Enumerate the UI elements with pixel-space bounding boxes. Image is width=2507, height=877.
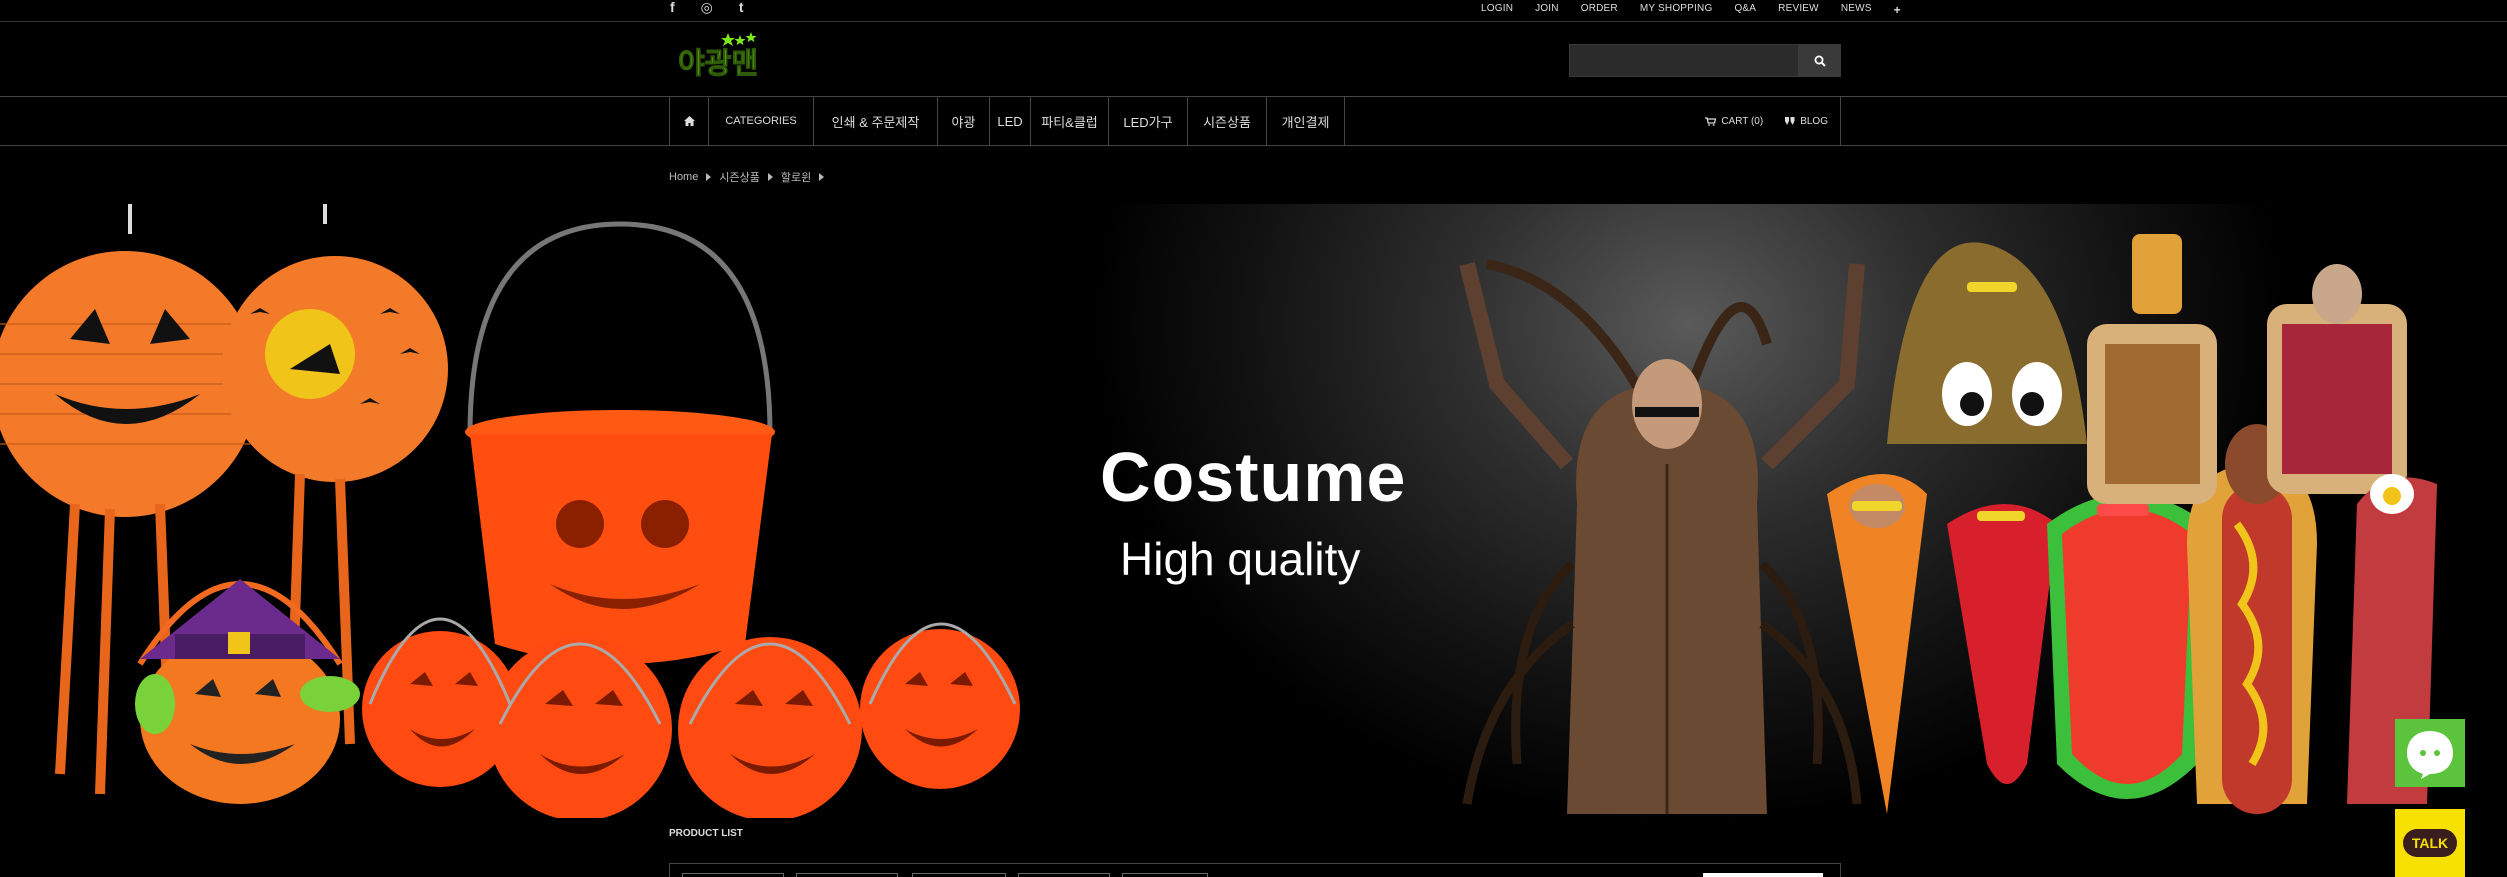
breadcrumb-home[interactable]: Home: [669, 171, 698, 183]
search-icon: [1814, 55, 1826, 67]
quote-icon: [1785, 117, 1795, 125]
blog-label: BLOG: [1800, 115, 1828, 127]
top-nav: LOGIN JOIN ORDER MY SHOPPING Q&A REVIEW …: [1470, 3, 1912, 17]
my-shopping-link[interactable]: MY SHOPPING: [1629, 3, 1724, 17]
svg-text:야광맨: 야광맨: [678, 46, 758, 80]
join-link[interactable]: JOIN: [1524, 3, 1570, 17]
breadcrumb-arrow-icon: [706, 173, 712, 181]
search-bar: [1569, 44, 1841, 77]
qna-link[interactable]: Q&A: [1723, 3, 1767, 17]
review-link[interactable]: REVIEW: [1767, 3, 1830, 17]
order-link[interactable]: ORDER: [1570, 3, 1629, 17]
search-input[interactable]: [1569, 44, 1799, 77]
more-plus-icon[interactable]: +: [1883, 3, 1912, 17]
header: 야광맨: [0, 23, 2507, 97]
nav-item-led-furniture[interactable]: LED가구: [1109, 97, 1188, 145]
promo-banner[interactable]: Costume High quality: [0, 204, 2507, 818]
banner-title: Costume: [1100, 438, 1407, 516]
nav-item-payment[interactable]: 개인결제: [1267, 97, 1345, 145]
sort-tab[interactable]: [682, 873, 784, 877]
news-link[interactable]: NEWS: [1830, 3, 1883, 17]
cart-icon: [1705, 116, 1717, 126]
chat-button[interactable]: [2395, 719, 2465, 787]
sort-tab[interactable]: [1018, 873, 1110, 877]
talk-label: TALK: [2402, 829, 2458, 857]
nav-right: CART (0) BLOG: [1705, 97, 1828, 145]
cart-link[interactable]: CART (0): [1705, 116, 1763, 127]
halloween-pumpkins-image: [0, 204, 1020, 818]
breadcrumb-arrow-icon: [819, 173, 825, 181]
cart-label: CART (0): [1721, 115, 1764, 127]
nav-item-print[interactable]: 인쇄 & 주문제작: [814, 97, 938, 145]
product-list-title: PRODUCT LIST: [669, 828, 743, 839]
breadcrumb: Home 시즌상품 할로윈: [669, 169, 825, 185]
nav-item-party[interactable]: 파티&클럽: [1031, 97, 1109, 145]
nav-item-season[interactable]: 시즌상품: [1188, 97, 1267, 145]
sort-tab[interactable]: [1122, 873, 1208, 877]
breadcrumb-season[interactable]: 시즌상품: [719, 169, 759, 185]
sort-select[interactable]: [1703, 873, 1823, 877]
blog-link[interactable]: BLOG: [1785, 116, 1828, 127]
search-button[interactable]: [1799, 44, 1841, 77]
facebook-icon[interactable]: f: [670, 0, 675, 14]
kakao-talk-button[interactable]: TALK: [2395, 809, 2465, 877]
site-logo[interactable]: 야광맨: [676, 31, 781, 86]
banner-subtitle: High quality: [1120, 533, 1361, 585]
chat-bubble-icon: [2407, 731, 2453, 779]
categories-menu[interactable]: CATEGORIES: [709, 97, 814, 145]
nav-item-led[interactable]: LED: [990, 97, 1031, 145]
top-utility-bar: f ◎ t LOGIN JOIN ORDER MY SHOPPING Q&A R…: [0, 0, 2507, 22]
costume-people-image: [1459, 234, 2437, 814]
social-links: f ◎ t: [670, 0, 744, 14]
tumblr-icon[interactable]: t: [739, 0, 744, 14]
login-link[interactable]: LOGIN: [1470, 3, 1524, 17]
nav-item-glow[interactable]: 야광: [938, 97, 990, 145]
instagram-icon[interactable]: ◎: [701, 0, 713, 14]
sort-tab[interactable]: [912, 873, 1006, 877]
home-button[interactable]: [670, 97, 709, 145]
breadcrumb-halloween[interactable]: 할로윈: [781, 169, 811, 185]
home-icon: [683, 116, 695, 126]
main-nav: CATEGORIES 인쇄 & 주문제작 야광 LED 파티&클럽 LED가구 …: [0, 97, 2507, 146]
sort-tab[interactable]: [796, 873, 898, 877]
breadcrumb-arrow-icon: [767, 173, 773, 181]
